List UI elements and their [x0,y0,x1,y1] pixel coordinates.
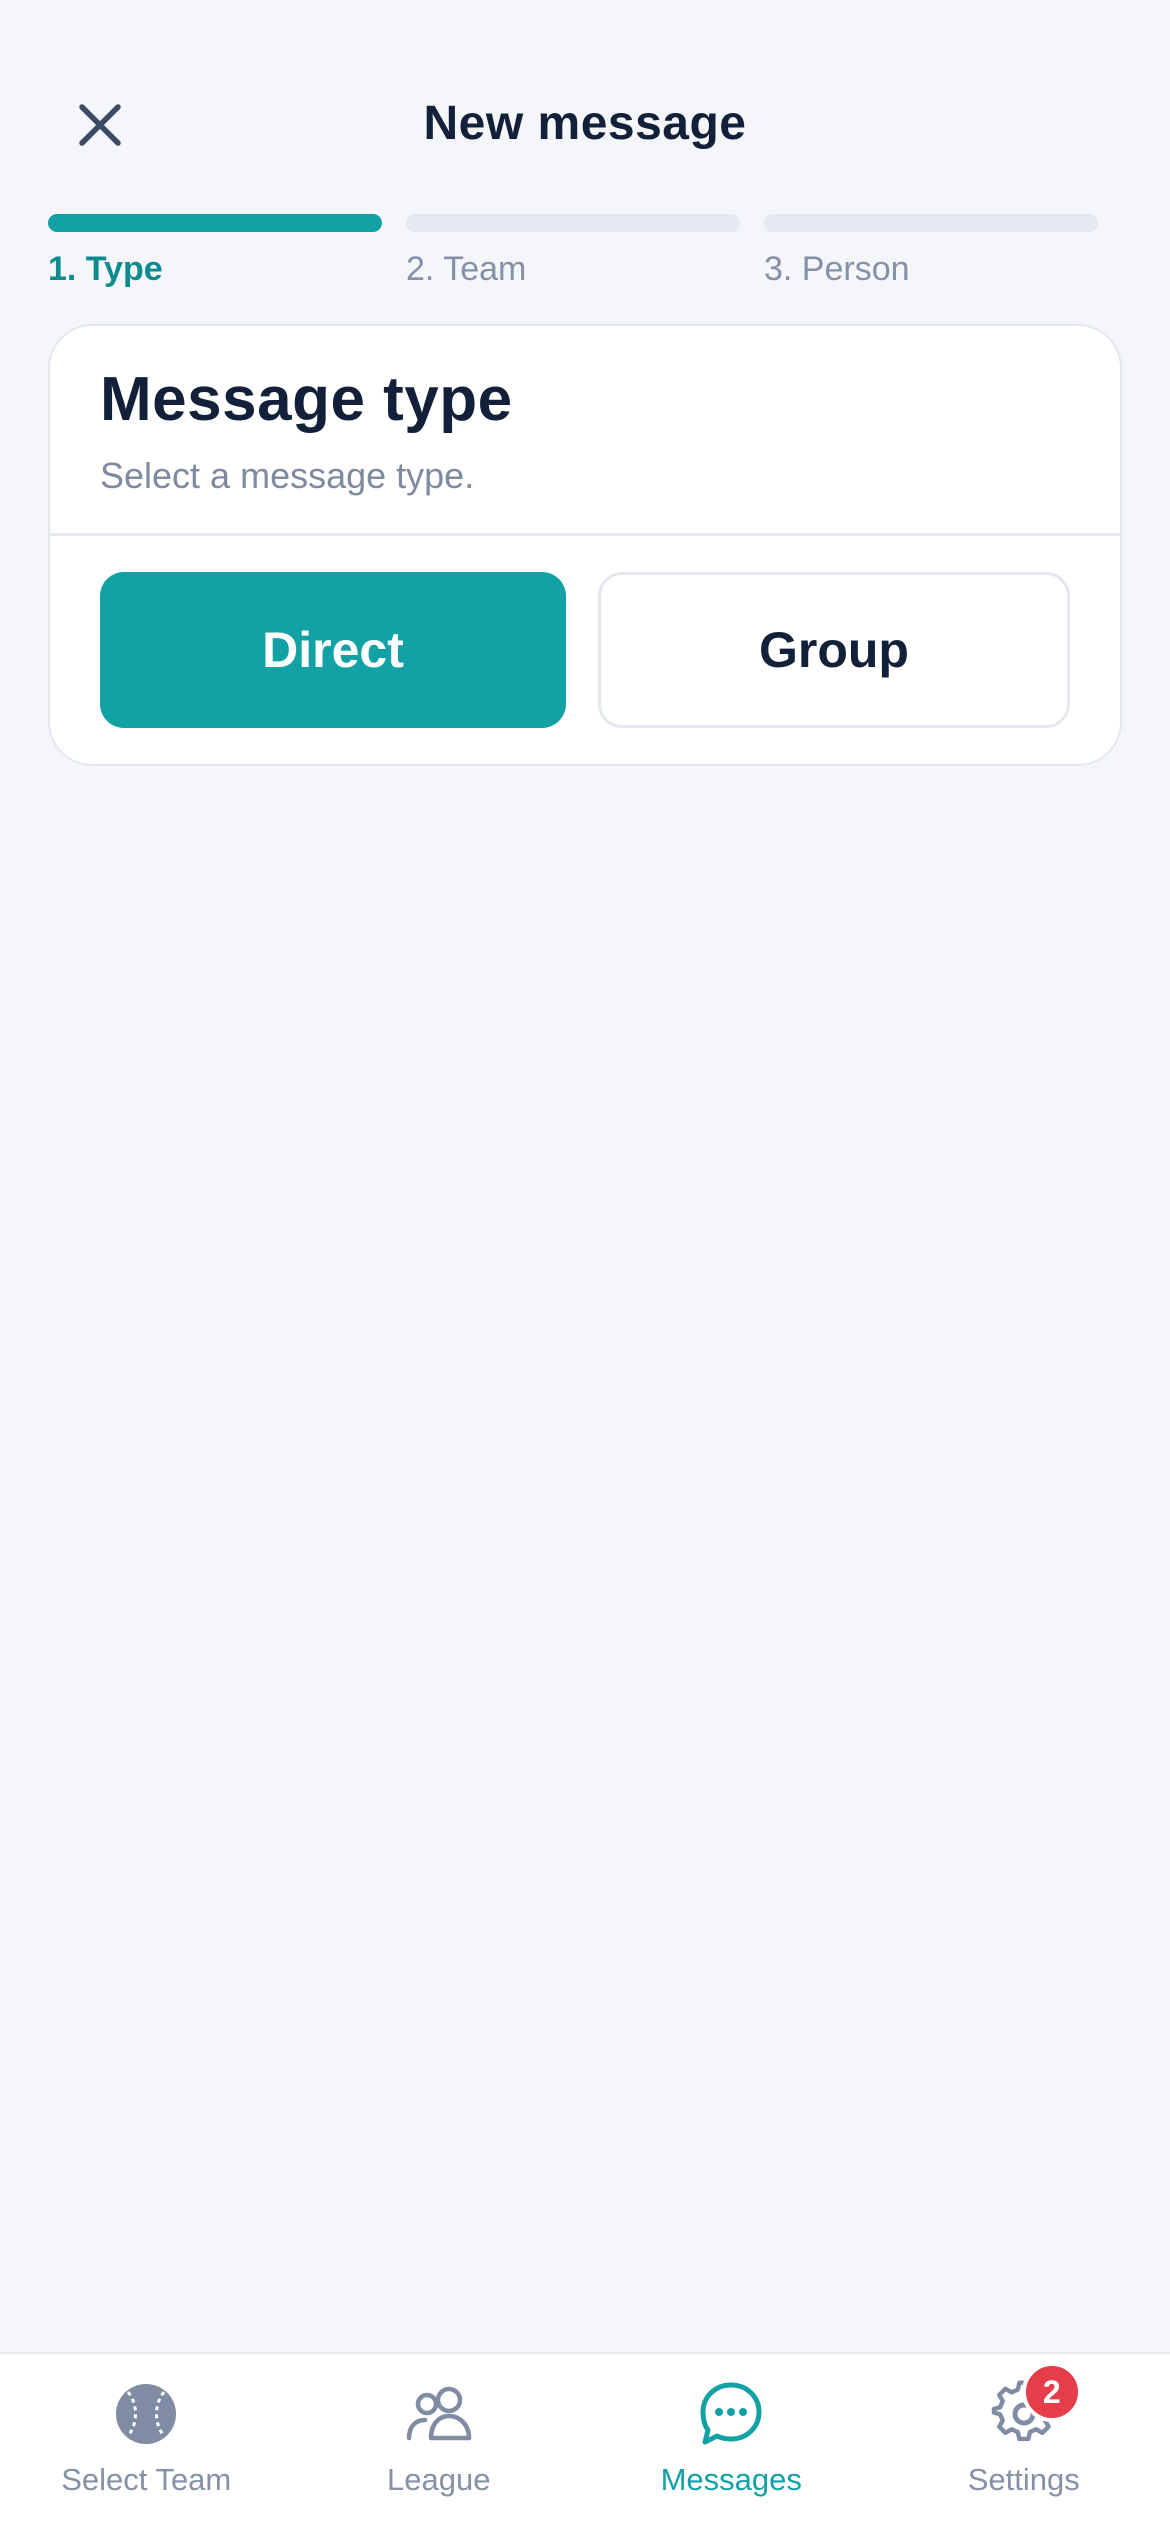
card-title: Message type [100,365,513,434]
message-type-options: Direct Group [50,536,1120,728]
bottom-tab-bar: Select Team League Messages 2 Settings [0,2352,1170,2532]
step-progress-bar [48,214,382,232]
users-icon [403,2378,475,2450]
gear-icon: 2 [988,2362,1082,2450]
tab-settings[interactable]: 2 Settings [878,2354,1170,2532]
tab-label: Settings [967,2462,1080,2497]
group-button[interactable]: Group [598,572,1070,728]
message-type-card: Message type Select a message type. Dire… [48,324,1122,766]
tab-league[interactable]: League [293,2354,586,2532]
tab-messages[interactable]: Messages [585,2354,878,2532]
new-message-screen: New message 1. Type 2. Team 3. Person Me… [0,0,1170,2532]
card-header: Message type Select a message type. [50,326,1120,536]
tab-label: Messages [660,2462,802,2497]
tab-label: League [387,2462,491,2497]
step-progress-bar [406,214,740,232]
step-person: 3. Person [764,214,1098,289]
direct-button[interactable]: Direct [100,572,566,728]
step-type: 1. Type [48,214,382,289]
header: New message [0,60,1170,190]
notification-badge: 2 [1021,2362,1082,2422]
step-label: 3. Person [764,250,910,288]
step-team: 2. Team [406,214,740,289]
stepper: 1. Type 2. Team 3. Person [48,214,1098,289]
card-subtitle: Select a message type. [100,455,475,496]
step-label: 2. Team [406,250,527,288]
tab-label: Select Team [61,2462,232,2497]
chat-bubble-icon [695,2378,767,2450]
baseball-icon [110,2378,182,2450]
page-title: New message [423,97,747,150]
step-progress-bar [764,214,1098,232]
step-label: 1. Type [48,250,163,288]
tab-select-team[interactable]: Select Team [0,2354,293,2532]
